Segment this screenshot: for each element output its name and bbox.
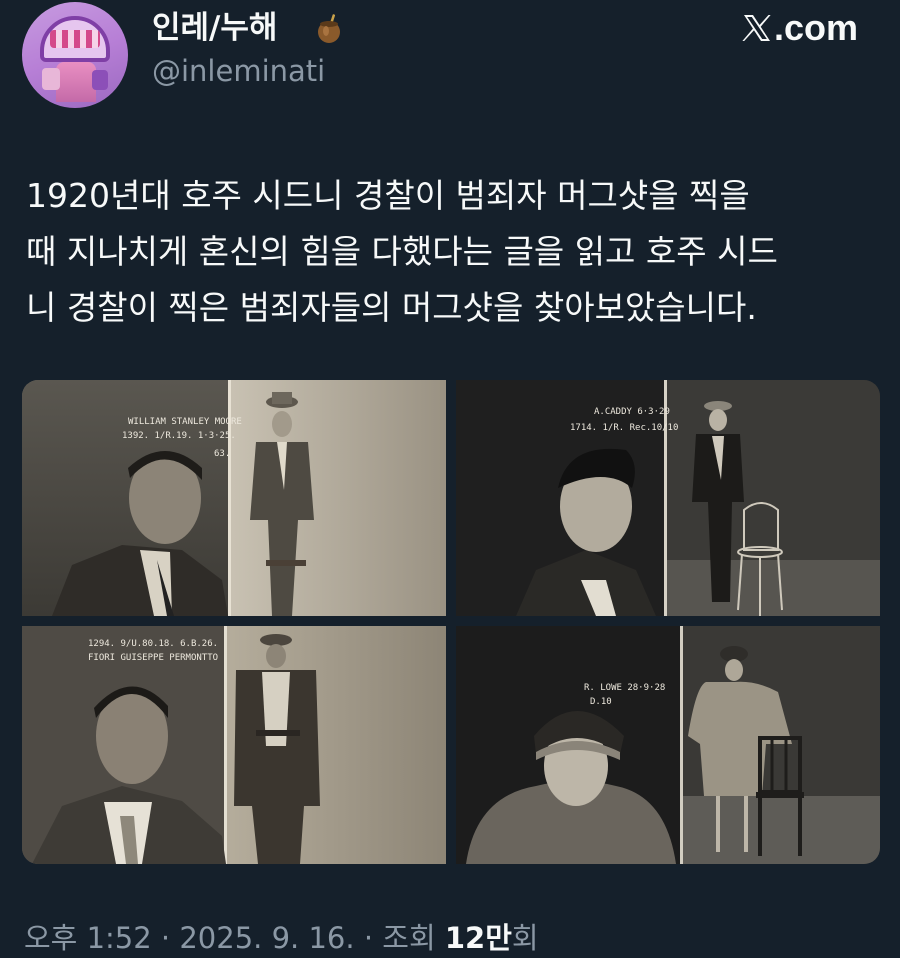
tweet-card: 인레/누해 @inleminati .com 1920년대 호주 시드니 경찰이… [0,0,900,955]
mugshot-photo-1[interactable]: WILLIAM STANLEY MOORE 1392. 1/R.19. 1·3·… [22,380,446,616]
separator: · [354,921,383,955]
tweet-text: 1920년대 호주 시드니 경찰이 범죄자 머그샷을 찍을 때 지나치게 혼신의… [26,168,886,336]
photo-caption: 1294. 9/U.80.18. 6.B.26. [88,639,218,649]
mugshot-photo-4[interactable]: R. LOWE 28·9·28 D.10 [456,626,880,864]
media-grid: WILLIAM STANLEY MOORE 1392. 1/R.19. 1·3·… [22,380,880,864]
mate-cup-icon [318,14,340,43]
post-date[interactable]: 2025. 9. 16. [179,921,354,955]
mugshot-photo-2[interactable]: A.CADDY 6·3·29 1714. 1/R. Rec.10/10 [456,380,880,616]
views-suffix: 회 [511,921,539,955]
photo-caption: FIORI GUISEPPE PERMONTTO [88,653,218,663]
post-time[interactable]: 오후 1:52 [24,921,152,955]
photo-caption: WILLIAM STANLEY MOORE [128,417,242,427]
photo-caption: A.CADDY 6·3·29 [594,407,670,417]
separator: · [151,921,180,955]
tweet-text-line: 때 지나치게 혼신의 힘을 다했다는 글을 읽고 호주 시드 [26,232,778,271]
display-name[interactable]: 인레/누해 [152,10,277,46]
author-handle[interactable]: @inleminati [152,54,325,88]
x-com-brand: .com [742,7,858,48]
photo-caption: 1392. 1/R.19. 1·3·25. [122,431,236,441]
x-logo-icon [742,15,771,41]
avatar-arch-graphic [40,16,110,62]
views-label: 조회 [382,921,445,955]
brand-label: .com [773,7,858,48]
tweet-meta: 오후 1:52 · 2025. 9. 16. · 조회 12만회 [24,918,539,958]
photo-caption: D.10 [590,697,612,707]
avatar[interactable] [22,2,128,108]
avatar-figure-graphic [42,62,108,102]
tweet-text-line: 니 경찰이 찍은 범죄자들의 머그샷을 찾아보았습니다. [26,288,757,327]
views-count[interactable]: 12만 [445,921,512,955]
photo-caption: 1714. 1/R. Rec.10/10 [570,423,678,433]
photo-tag: 63. [214,449,230,459]
photo-caption: R. LOWE 28·9·28 [584,683,665,693]
tweet-text-line: 1920년대 호주 시드니 경찰이 범죄자 머그샷을 찍을 [26,176,750,215]
mugshot-photo-3[interactable]: 1294. 9/U.80.18. 6.B.26. FIORI GUISEPPE … [22,626,446,864]
